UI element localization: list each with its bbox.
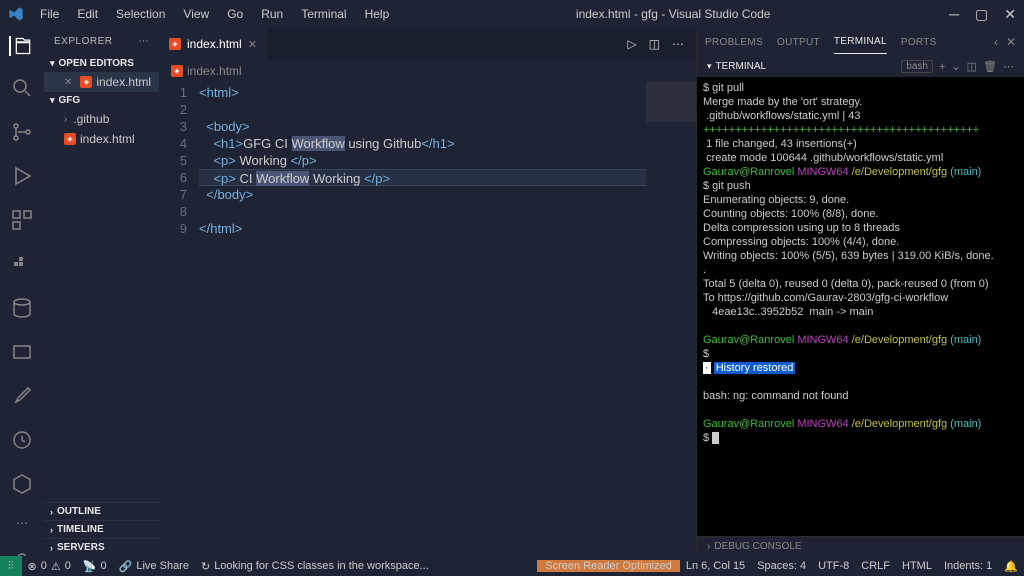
more-icon[interactable]: ⋯ (139, 36, 150, 47)
docker-icon[interactable] (10, 252, 34, 276)
maximize-icon[interactable]: ▢ (975, 6, 988, 23)
breadcrumb-label: index.html (187, 64, 242, 78)
more-icon[interactable]: ⋯ (1003, 60, 1014, 73)
explorer-icon[interactable] (9, 36, 33, 56)
tab-label: index.html (187, 37, 242, 51)
panel: PROBLEMS OUTPUT TERMINAL PORTS ‹ ✕ TERMI… (696, 28, 1024, 556)
cursor (712, 432, 719, 444)
menu-file[interactable]: File (32, 3, 67, 25)
folder-item[interactable]: .github (44, 109, 159, 129)
status-bar: ⫶⫶ ⊗0 ⚠0 📡0 🔗Live Share ↻Looking for CSS… (0, 556, 1024, 576)
close-icon[interactable]: ✕ (248, 38, 257, 51)
close-icon[interactable]: ✕ (1006, 35, 1016, 49)
indents-item[interactable]: Indents: 1 (938, 560, 998, 573)
open-editors-section[interactable]: OPEN EDITORS (44, 55, 159, 72)
eol-item[interactable]: CRLF (855, 560, 896, 573)
file-name: index.html (96, 75, 151, 89)
minimize-icon[interactable]: ─ (949, 6, 959, 23)
search-icon[interactable] (10, 76, 34, 100)
run-icon[interactable]: ▷ (627, 37, 636, 51)
html-file-icon: ◈ (80, 76, 92, 88)
terminal-label: TERMINAL (716, 61, 767, 72)
tab-index-html[interactable]: ◈ index.html ✕ (159, 28, 268, 60)
menu-run[interactable]: Run (253, 3, 291, 25)
code-content[interactable]: <html> <body> <h1>GFG CI Workflow using … (199, 82, 646, 556)
menu-go[interactable]: Go (219, 3, 251, 25)
encoding-item[interactable]: UTF-8 (812, 560, 855, 573)
code-editor[interactable]: 123456789 <html> <body> <h1>GFG CI Workf… (159, 82, 696, 556)
sidebar: EXPLORER ⋯ OPEN EDITORS ✕ ◈ index.html G… (44, 28, 159, 556)
menu-help[interactable]: Help (357, 3, 398, 25)
split-icon[interactable]: ◫ (967, 60, 977, 73)
liveshare-item[interactable]: 🔗Live Share (113, 560, 195, 573)
run-debug-icon[interactable] (10, 164, 34, 188)
more-icon[interactable]: ⋯ (10, 516, 34, 530)
hex-icon[interactable] (10, 472, 34, 496)
chevron-down-icon[interactable]: ⌄ (951, 60, 960, 73)
breadcrumb[interactable]: ◈ index.html (159, 60, 696, 82)
menu-terminal[interactable]: Terminal (293, 3, 354, 25)
remote-icon[interactable] (10, 340, 34, 364)
workspace-section[interactable]: GFG (44, 92, 159, 109)
sidebar-header: EXPLORER ⋯ (44, 28, 159, 55)
file-name: index.html (80, 132, 135, 146)
extensions-icon[interactable] (10, 208, 34, 232)
source-control-icon[interactable] (10, 120, 34, 144)
file-item[interactable]: ◈ index.html (44, 129, 159, 149)
minimap[interactable] (646, 82, 696, 556)
time-icon[interactable] (10, 428, 34, 452)
open-editor-item[interactable]: ✕ ◈ index.html (44, 72, 159, 92)
split-icon[interactable]: ◫ (649, 37, 660, 51)
html-file-icon: ◈ (169, 38, 181, 50)
language-item[interactable]: HTML (896, 560, 938, 573)
lncol-item[interactable]: Ln 6, Col 15 (680, 560, 751, 573)
notifications-icon[interactable]: 🔔 (998, 560, 1024, 573)
menu-bar: File Edit Selection View Go Run Terminal… (32, 3, 397, 25)
terminal-section[interactable]: TERMINAL bash + ⌄ ◫ 🗑 ⋯ (697, 56, 1024, 77)
explorer-label: EXPLORER (54, 36, 112, 47)
css-status: ↻Looking for CSS classes in the workspac… (195, 560, 435, 573)
servers-section[interactable]: SERVERS (44, 538, 159, 556)
shell-badge[interactable]: bash (901, 60, 933, 73)
title-bar: File Edit Selection View Go Run Terminal… (0, 0, 1024, 28)
debug-console-section[interactable]: DEBUG CONSOLE (697, 536, 1024, 556)
tab-terminal[interactable]: TERMINAL (834, 30, 887, 54)
port-item[interactable]: 📡0 (77, 560, 113, 573)
html-file-icon: ◈ (171, 65, 183, 77)
minimap-slider[interactable] (646, 82, 696, 122)
add-icon[interactable]: + (939, 61, 945, 73)
panel-tabs: PROBLEMS OUTPUT TERMINAL PORTS ‹ ✕ (697, 28, 1024, 56)
remote-indicator[interactable]: ⫶⫶ (0, 556, 22, 576)
html-file-icon: ◈ (64, 133, 76, 145)
chevron-icon[interactable]: ‹ (994, 35, 998, 49)
editor-group: ◈ index.html ✕ ▷ ◫ ⋯ ◈ index.html 123456… (159, 28, 696, 556)
menu-view[interactable]: View (175, 3, 217, 25)
errors-item[interactable]: ⊗0 ⚠0 (22, 560, 77, 573)
close-icon[interactable]: ✕ (64, 77, 72, 88)
window-title: index.html - gfg - Visual Studio Code (397, 7, 949, 21)
timeline-section[interactable]: TIMELINE (44, 520, 159, 538)
more-icon[interactable]: ⋯ (672, 37, 684, 51)
editor-tabs: ◈ index.html ✕ ▷ ◫ ⋯ (159, 28, 696, 60)
tab-problems[interactable]: PROBLEMS (705, 31, 763, 54)
menu-selection[interactable]: Selection (108, 3, 173, 25)
editor-actions: ▷ ◫ ⋯ (615, 28, 696, 60)
line-gutter: 123456789 (159, 82, 199, 556)
spaces-item[interactable]: Spaces: 4 (751, 560, 812, 573)
database-icon[interactable] (10, 296, 34, 320)
folder-name: .github (73, 112, 109, 126)
trash-icon[interactable]: 🗑 (983, 60, 997, 73)
outline-section[interactable]: OUTLINE (44, 502, 159, 520)
screen-reader-item[interactable]: Screen Reader Optimized (537, 560, 680, 572)
activity-bar: ⋯ (0, 28, 44, 556)
brush-icon[interactable] (10, 384, 34, 408)
tab-output[interactable]: OUTPUT (777, 31, 820, 54)
window-controls: ─ ▢ ✕ (949, 6, 1016, 23)
main-area: ⋯ EXPLORER ⋯ OPEN EDITORS ✕ ◈ index.html… (0, 28, 1024, 556)
close-icon[interactable]: ✕ (1004, 6, 1016, 23)
vscode-logo-icon (8, 6, 24, 22)
menu-edit[interactable]: Edit (69, 3, 106, 25)
terminal-body[interactable]: $ git pull Merge made by the 'ort' strat… (697, 77, 1024, 536)
tab-ports[interactable]: PORTS (901, 31, 937, 54)
